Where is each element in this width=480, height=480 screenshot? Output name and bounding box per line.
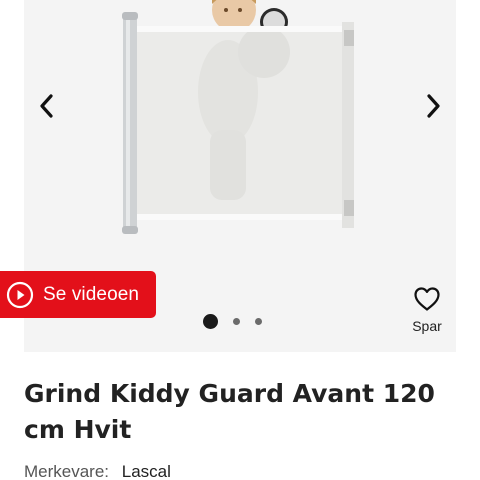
watch-video-button[interactable]: Se videoen [0,271,156,318]
save-button[interactable]: Spar [404,286,450,334]
save-label: Spar [412,318,442,334]
gallery-prev-button[interactable] [28,88,64,124]
watch-video-label: Se videoen [43,283,140,305]
brand-label: Merkevare: [24,462,110,480]
heart-outline-icon [414,287,440,311]
chevron-left-icon [40,94,53,118]
gallery-dot-3[interactable] [255,317,262,325]
gallery-pagination [203,313,262,329]
gallery-dot-2[interactable] [233,317,240,325]
product-page: Se videoen Spar Grind Kiddy Guard Avant … [0,0,480,480]
chevron-right-icon [427,94,440,118]
product-title: Grind Kiddy Guard Avant 120 cm Hvit [24,379,435,444]
gallery-dot-1[interactable] [203,313,218,329]
gallery-next-button[interactable] [416,88,452,124]
brand-link[interactable]: Lascal [122,462,171,480]
brand-row: Merkevare: Lascal [24,462,171,480]
play-circle-icon [6,281,34,309]
